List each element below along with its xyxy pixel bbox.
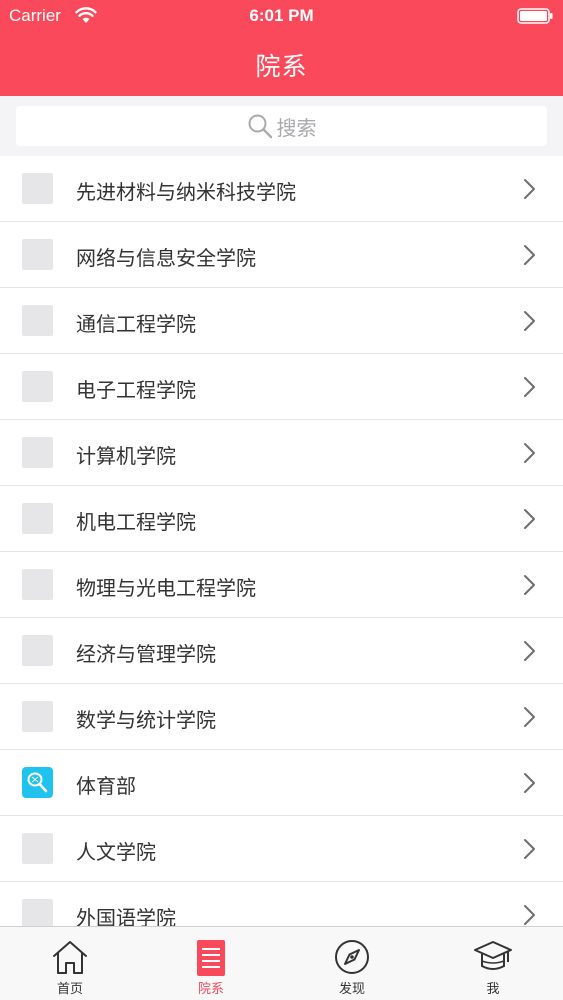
tab-discover[interactable]: 发现 [282,927,422,1000]
graduation-cap-icon [474,941,512,970]
placeholder-icon [22,173,53,204]
list-item-label: 计算机学院 [76,444,176,468]
chevron-right-icon [524,839,535,859]
list-item[interactable]: 通信工程学院 [0,288,563,354]
list-item-label: 物理与光电工程学院 [76,576,256,600]
battery-icon [517,8,553,24]
placeholder-icon [22,569,53,600]
list-item[interactable]: 外国语学院 [0,882,563,926]
tab-label: 首页 [56,982,83,997]
list-item[interactable]: 先进材料与纳米科技学院 [0,156,563,222]
chevron-right-icon [524,245,535,265]
chevron-right-icon [524,179,535,199]
list-item[interactable]: 机电工程学院 [0,486,563,552]
chevron-right-icon [524,641,535,661]
status-bar: Carrier 6:01 PM [0,0,563,32]
navigation-header: Carrier 6:01 PM 院系 [0,0,563,96]
placeholder-icon [22,305,53,336]
page-title: 院系 [255,52,308,81]
search-icon [248,114,272,139]
home-icon [53,941,87,974]
placeholder-icon [22,635,53,666]
placeholder-icon [22,899,53,926]
list-item-label: 外国语学院 [76,906,176,926]
tab-bar: 首页 院系 发现 我 [0,926,563,1000]
list-item-label: 电子工程学院 [76,378,196,402]
list-item-label: 人文学院 [76,840,156,864]
chevron-right-icon [524,575,535,595]
chevron-right-icon [524,707,535,727]
chevron-right-icon [524,311,535,331]
list-item[interactable]: 人文学院 [0,816,563,882]
tab-label: 发现 [338,982,365,997]
list-item-label: 体育部 [76,774,136,798]
placeholder-icon [22,437,53,468]
list-item[interactable]: 经济与管理学院 [0,618,563,684]
tab-departments[interactable]: 院系 [141,927,281,1000]
search-placeholder: 搜索 [276,115,317,140]
chevron-right-icon [524,905,535,925]
placeholder-icon [22,833,53,864]
list-item-label: 通信工程学院 [76,312,196,336]
list-item[interactable]: 网络与信息安全学院 [0,222,563,288]
chevron-right-icon [524,377,535,397]
list-item[interactable]: 电子工程学院 [0,354,563,420]
tab-label: 我 [486,982,500,997]
list-item-label: 经济与管理学院 [76,642,216,666]
search-bar: 搜索 [0,96,563,156]
placeholder-icon [22,239,53,270]
search-input[interactable]: 搜索 [16,106,547,146]
compass-icon [335,940,369,974]
placeholder-icon [22,503,53,534]
chevron-right-icon [524,443,535,463]
tab-home[interactable]: 首页 [0,927,140,1000]
tab-label: 院系 [197,982,224,997]
placeholder-icon [22,701,53,732]
chevron-right-icon [524,773,535,793]
clock: 6:01 PM [249,6,314,25]
tab-me[interactable]: 我 [423,927,563,1000]
chevron-right-icon [524,509,535,529]
list-item-label: 先进材料与纳米科技学院 [76,180,296,204]
list-item-label: 机电工程学院 [76,510,196,534]
list-item-label: 数学与统计学院 [76,708,216,732]
list-item[interactable]: 数学与统计学院 [0,684,563,750]
list-item[interactable]: 体育部 [0,750,563,816]
list-item[interactable]: 物理与光电工程学院 [0,552,563,618]
list-item[interactable]: 计算机学院 [0,420,563,486]
list-icon [197,940,225,976]
department-list[interactable]: 先进材料与纳米科技学院 网络与信息安全学院 通信工程学院 电子工程学院 计算机学… [0,156,563,926]
list-item-label: 网络与信息安全学院 [76,246,256,270]
racket-icon [22,767,53,798]
placeholder-icon [22,371,53,402]
